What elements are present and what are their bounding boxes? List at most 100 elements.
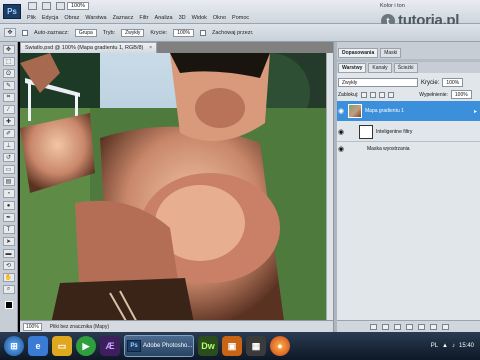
blur-tool-icon[interactable]: ◔ — [2, 189, 15, 198]
clock[interactable]: 15:40 — [459, 343, 474, 349]
visibility-eye-icon[interactable]: ◉ — [337, 145, 345, 153]
eyedropper-tool-icon[interactable]: ⁄ — [2, 105, 15, 114]
folder-icon[interactable]: ▭ — [52, 336, 72, 356]
document-zoom-field[interactable]: 100% — [23, 322, 42, 331]
menu-filtr[interactable]: Filtr — [139, 15, 148, 21]
tab-paths[interactable]: Ścieżki — [393, 63, 418, 73]
move-tool-icon[interactable]: ✥ — [2, 45, 15, 54]
menu-obraz[interactable]: Obraz — [64, 15, 79, 21]
language-indicator[interactable]: PL — [431, 343, 438, 349]
eraser-tool-icon[interactable]: ▭ — [2, 165, 15, 174]
quick-select-tool-icon[interactable]: ✎ — [2, 81, 15, 90]
menu-analiza[interactable]: Analiza — [155, 15, 173, 21]
new-layer-icon[interactable] — [429, 323, 437, 330]
zoom-tool-icon[interactable]: ⌕ — [2, 285, 15, 294]
3d-rotate-tool-icon[interactable]: ⟲ — [2, 261, 15, 270]
internet-explorer-icon[interactable]: e — [28, 336, 48, 356]
hand-tool-icon[interactable]: ✋ — [2, 273, 15, 282]
type-tool-icon[interactable]: T — [2, 225, 15, 234]
image-canvas[interactable] — [20, 53, 333, 328]
group-select[interactable]: Grupa — [74, 28, 97, 37]
add-style-icon[interactable] — [381, 323, 389, 330]
menu-zaznacz[interactable]: Zaznacz — [113, 15, 134, 21]
taskbar: ⊞ e ▭ ▶ Æ Ps Adobe Photosho... Dw ▣ ▦ ● — [0, 332, 480, 360]
mini-bridge-icon[interactable] — [42, 2, 51, 10]
photoshop-logo[interactable]: Ps — [3, 4, 21, 19]
dreamweaver-icon[interactable]: Dw — [198, 336, 218, 356]
mode-select[interactable]: Zwykły — [121, 28, 145, 37]
menu-widok[interactable]: Widok — [192, 15, 207, 21]
start-button-icon[interactable]: ⊞ — [4, 336, 24, 356]
add-mask-icon[interactable] — [393, 323, 401, 330]
zoom-level-select[interactable]: 100% — [67, 2, 90, 10]
close-document-icon[interactable]: × — [149, 45, 152, 51]
workspace-switcher[interactable]: Kolor i ton — [380, 3, 405, 9]
menu-pomoc[interactable]: Pomoc — [232, 15, 249, 21]
menu-warstwa[interactable]: Warstwa — [85, 15, 106, 21]
fill-label: Wypełnienie: — [419, 91, 448, 98]
document-tab[interactable]: Swiatlo.psd @ 100% (Mapa gradientu 1, RG… — [20, 42, 158, 53]
media-player-icon[interactable]: ▶ — [76, 336, 96, 356]
new-group-icon[interactable] — [417, 323, 425, 330]
menu-3d[interactable]: 3D — [179, 15, 186, 21]
auto-select-label: Auto-zaznacz: — [34, 29, 69, 36]
preserve-transparency-checkbox[interactable] — [199, 29, 206, 36]
tab-channels[interactable]: Kanały — [368, 63, 392, 73]
marquee-tool-icon[interactable]: ⬚ — [2, 57, 15, 66]
visibility-eye-icon[interactable]: ◉ — [337, 107, 345, 115]
panel-dock: Dopasowania Maski Warstwy Kanały Ścieżki… — [333, 42, 480, 332]
app-icon[interactable]: ▦ — [246, 336, 266, 356]
opacity-input[interactable]: 100% — [173, 28, 194, 37]
grid-icon[interactable] — [56, 2, 65, 10]
bridge-icon[interactable] — [28, 2, 37, 10]
taskbar-photoshop-button[interactable]: Ps Adobe Photosho... — [124, 335, 194, 357]
layer-options-icon[interactable]: ▸ — [474, 108, 477, 115]
crop-tool-icon[interactable]: ⌗ — [2, 93, 15, 102]
path-select-tool-icon[interactable]: ➤ — [2, 237, 15, 246]
layer-row-gradient-map[interactable]: ◉ Mapa gradientu 1 ▸ — [337, 101, 480, 121]
move-tool-preset-icon[interactable]: ✥ — [4, 28, 16, 37]
menu-edycja[interactable]: Edycja — [42, 15, 59, 21]
fill-input[interactable]: 100% — [450, 90, 472, 99]
auto-select-checkbox[interactable] — [22, 29, 28, 36]
menu-okno[interactable]: Okno — [213, 15, 226, 21]
brush-tool-icon[interactable]: ✐ — [2, 129, 15, 138]
lock-transparent-icon[interactable] — [361, 91, 368, 98]
blend-mode-select[interactable]: Zwykły — [338, 78, 418, 87]
system-tray: PL ▲ ♪ 15:40 — [431, 332, 478, 360]
layer-opacity-label: Krycie: — [421, 79, 440, 86]
firefox-icon[interactable]: ● — [270, 336, 290, 356]
dodge-tool-icon[interactable]: ● — [2, 201, 15, 210]
illustrator-icon[interactable]: ▣ — [222, 336, 242, 356]
lock-pixels-icon[interactable] — [370, 91, 377, 98]
clone-stamp-tool-icon[interactable]: ⊥ — [2, 141, 15, 150]
trash-icon[interactable] — [441, 323, 449, 330]
tab-adjustments[interactable]: Dopasowania — [338, 48, 379, 58]
document-status-text: Pliki bez znacznika (Mapy) — [49, 323, 109, 330]
photoshop-taskbar-icon: Ps — [127, 340, 141, 352]
foreground-color-swatch[interactable] — [4, 301, 13, 309]
visibility-eye-icon[interactable]: ◉ — [337, 128, 345, 136]
vertical-scrollbar[interactable] — [326, 53, 333, 320]
layers-tab-group: Warstwy Kanały Ścieżki — [338, 63, 418, 73]
menu-plik[interactable]: Plik — [27, 15, 36, 21]
tab-masks[interactable]: Maski — [380, 48, 402, 58]
network-icon[interactable]: ▲ — [442, 343, 448, 349]
lock-all-icon[interactable] — [388, 91, 395, 98]
healing-tool-icon[interactable]: ✚ — [2, 117, 15, 126]
lasso-tool-icon[interactable]: ʘ — [2, 69, 15, 78]
volume-icon[interactable]: ♪ — [452, 343, 455, 349]
after-effects-icon[interactable]: Æ — [100, 336, 120, 356]
shape-tool-icon[interactable]: ▬ — [2, 249, 15, 258]
layer-row-smart-filters[interactable]: ◉ Inteligentne filtry — [337, 122, 480, 142]
lock-position-icon[interactable] — [379, 91, 386, 98]
tab-layers[interactable]: Warstwy — [338, 63, 367, 73]
link-layers-icon[interactable] — [369, 323, 377, 330]
new-adjustment-icon[interactable] — [405, 323, 413, 330]
layer-name: Inteligentne filtry — [376, 128, 413, 135]
layer-row-unsharp-mask[interactable]: ◉ Maska wyostrzania — [337, 143, 480, 154]
pen-tool-icon[interactable]: ✒ — [2, 213, 15, 222]
gradient-tool-icon[interactable]: ▤ — [2, 177, 15, 186]
layer-opacity-input[interactable]: 100% — [442, 78, 464, 87]
history-brush-tool-icon[interactable]: ↺ — [2, 153, 15, 162]
